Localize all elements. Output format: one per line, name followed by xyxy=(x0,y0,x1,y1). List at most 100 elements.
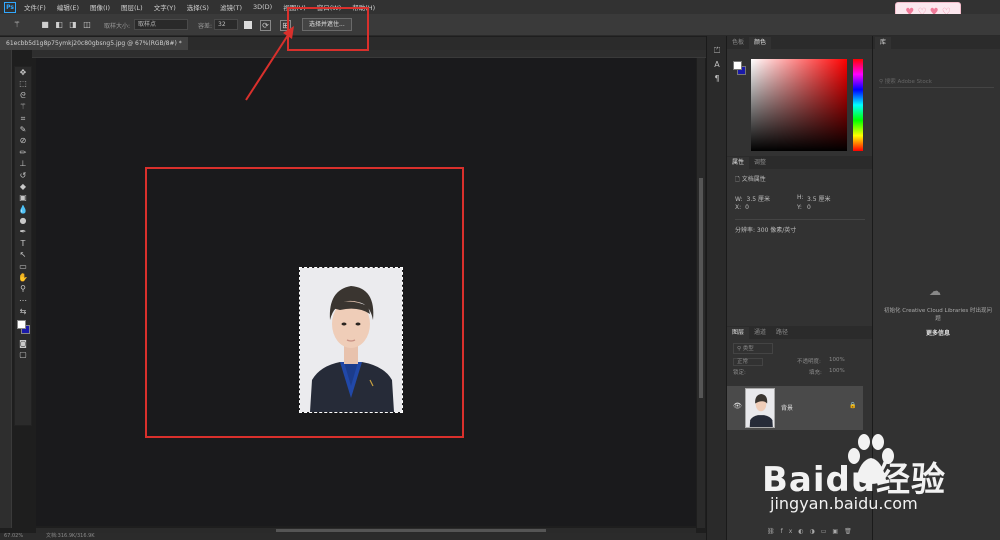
move-tool-icon[interactable]: ✥ xyxy=(15,67,31,78)
tab-layers[interactable]: 图层 xyxy=(727,327,750,339)
menu-bar: Ps 文件(F) 编辑(E) 图像(I) 图层(L) 文字(Y) 选择(S) 滤… xyxy=(0,0,1000,14)
layers-panel-tabs: 图层 通道 路径 xyxy=(727,326,873,339)
eraser-tool-icon[interactable]: ◆ xyxy=(15,181,31,192)
collapsed-panel-strip: ⏍ A ¶ xyxy=(706,36,726,540)
tab-color[interactable]: 颜色 xyxy=(749,37,772,49)
stock-search-input[interactable]: ⚲ 搜索 Adobe Stock xyxy=(879,77,994,88)
blend-mode-select[interactable]: 正常 xyxy=(733,358,764,366)
vertical-ruler xyxy=(0,50,12,528)
sample-size-select[interactable]: 取样点 xyxy=(134,19,188,30)
vertical-scroll-thumb[interactable] xyxy=(699,178,703,398)
color-picker-field[interactable] xyxy=(751,59,847,151)
y-value[interactable]: 0 xyxy=(807,204,811,211)
opacity-value[interactable]: 100% xyxy=(829,357,845,363)
menu-edit[interactable]: 编辑(E) xyxy=(57,2,79,12)
layer-thumbnail xyxy=(745,388,775,428)
fill-value[interactable]: 100% xyxy=(829,368,845,374)
menu-select[interactable]: 选择(S) xyxy=(187,2,209,12)
magic-wand-icon[interactable]: ⚚ xyxy=(12,20,22,30)
more-info-link[interactable]: 更多信息 xyxy=(883,328,993,337)
width-label: W: xyxy=(735,196,743,203)
tolerance-input[interactable]: 32 xyxy=(214,19,238,30)
clone-stamp-tool-icon[interactable]: ⊥ xyxy=(15,158,31,169)
path-selection-tool-icon[interactable]: ↖ xyxy=(15,249,31,260)
layer-name[interactable]: 背景 xyxy=(781,403,793,412)
more-tools-icon[interactable]: ⋯ xyxy=(15,295,31,306)
character-icon[interactable]: A xyxy=(707,58,727,72)
new-selection-icon[interactable]: ■ xyxy=(40,20,50,30)
width-value[interactable]: 3.5 厘米 xyxy=(747,196,770,203)
color-swatches[interactable] xyxy=(15,318,31,338)
libraries-panel-tabs: 库 xyxy=(873,36,1000,49)
highlight-box-canvas xyxy=(145,167,464,438)
add-selection-icon[interactable]: ◧ xyxy=(54,20,64,30)
lasso-tool-icon[interactable]: ᘓ xyxy=(15,90,31,101)
foreground-color-swatch[interactable] xyxy=(17,319,26,329)
quick-mask-icon[interactable]: ◙ xyxy=(15,338,31,349)
menu-layer[interactable]: 图层(L) xyxy=(121,2,143,12)
type-tool-icon[interactable]: T xyxy=(15,238,31,249)
sample-size-label: 取样大小: xyxy=(104,23,131,30)
cloud-error-icon: ☁ xyxy=(929,284,941,298)
brush-tool-icon[interactable]: ✏ xyxy=(15,147,31,158)
document-tab[interactable]: 61ecbb5d1g8p75ymkj20c80gbsng5.jpg @ 67%(… xyxy=(0,37,188,50)
menu-file[interactable]: 文件(F) xyxy=(24,2,46,12)
annotation-arrow xyxy=(245,26,294,101)
tab-adjustments[interactable]: 调整 xyxy=(749,157,771,169)
history-icon[interactable]: ⏍ xyxy=(707,44,727,58)
layer-kind-filter[interactable]: ⚲ 类型 xyxy=(733,343,773,354)
menu-image[interactable]: 图像(I) xyxy=(90,2,110,12)
layers-panel: 图层 通道 路径 ⚲ 类型 正常 不透明度: 100% 锁定: 填充: 100%… xyxy=(727,326,873,430)
screen-mode-icon[interactable]: ▢ xyxy=(15,349,31,360)
subtract-selection-icon[interactable]: ◨ xyxy=(68,20,78,30)
menu-type[interactable]: 文字(Y) xyxy=(154,2,176,12)
blur-tool-icon[interactable]: 💧 xyxy=(15,204,31,215)
x-label: X: xyxy=(735,204,742,211)
magic-wand-tool-icon[interactable]: ⚚ xyxy=(15,101,31,112)
intersect-selection-icon[interactable]: ◫ xyxy=(82,20,92,30)
tab-paths[interactable]: 路径 xyxy=(771,327,793,339)
zoom-level[interactable]: 67.02% xyxy=(4,533,23,540)
pen-tool-icon[interactable]: ✒ xyxy=(15,226,31,237)
document-icon: 🗋 xyxy=(735,176,740,183)
menu-3d[interactable]: 3D(D) xyxy=(253,3,272,11)
paragraph-icon[interactable]: ¶ xyxy=(707,72,727,86)
hand-tool-icon[interactable]: ✋ xyxy=(15,272,31,283)
height-value[interactable]: 3.5 厘米 xyxy=(807,194,830,203)
tab-channels[interactable]: 通道 xyxy=(749,327,771,339)
gradient-tool-icon[interactable]: ▣ xyxy=(15,192,31,203)
history-brush-tool-icon[interactable]: ↺ xyxy=(15,170,31,181)
status-bar: 67.02% 文档:316.9K/316.9K xyxy=(0,533,706,540)
tab-swatches[interactable]: 色板 xyxy=(727,37,749,49)
fill-label: 填充: xyxy=(809,370,822,376)
healing-brush-tool-icon[interactable]: ⊘ xyxy=(15,135,31,146)
crop-tool-icon[interactable]: ⌗ xyxy=(15,113,31,124)
vertical-scrollbar[interactable] xyxy=(697,58,705,528)
layer-kind-value: 类型 xyxy=(742,346,754,352)
dodge-tool-icon[interactable]: ● xyxy=(15,215,31,226)
color-panel-tabs: 色板 颜色 xyxy=(727,36,872,49)
baidu-watermark: Baidu经验 jingyan.baidu.com xyxy=(750,430,1000,540)
menu-filter[interactable]: 滤镜(T) xyxy=(220,2,242,12)
horizontal-ruler xyxy=(32,50,706,58)
baidu-url-text: jingyan.baidu.com xyxy=(770,494,918,513)
hue-slider[interactable] xyxy=(853,59,863,151)
zoom-tool-icon[interactable]: ⚲ xyxy=(15,283,31,294)
eyedropper-tool-icon[interactable]: ✎ xyxy=(15,124,31,135)
x-value[interactable]: 0 xyxy=(745,204,749,211)
tab-libraries[interactable]: 库 xyxy=(875,37,892,49)
color-panel-foreground[interactable] xyxy=(733,61,742,70)
swap-colors-icon[interactable]: ⇆ xyxy=(15,306,31,317)
marquee-tool-icon[interactable]: ⬚ xyxy=(15,78,31,89)
tab-properties[interactable]: 属性 xyxy=(727,157,750,169)
shape-tool-icon[interactable]: ▭ xyxy=(15,261,31,272)
horizontal-scroll-thumb[interactable] xyxy=(276,529,546,532)
height-label: H: xyxy=(797,194,804,201)
visibility-eye-icon[interactable]: 👁 xyxy=(733,402,742,410)
stock-search-placeholder: 搜索 Adobe Stock xyxy=(884,79,932,85)
layer-row-background[interactable]: 👁 背景 🔒 xyxy=(727,386,863,430)
tolerance-label: 容差: xyxy=(198,23,213,30)
lock-label: 锁定: xyxy=(733,370,746,376)
layer-thumbnail-image xyxy=(749,394,773,427)
tool-options-bar: ⚚ ■ ◧ ◨ ◫ 取样大小: 取样点 容差: 32 ⟳ ⊞ 选择并遮住... xyxy=(0,14,1000,36)
